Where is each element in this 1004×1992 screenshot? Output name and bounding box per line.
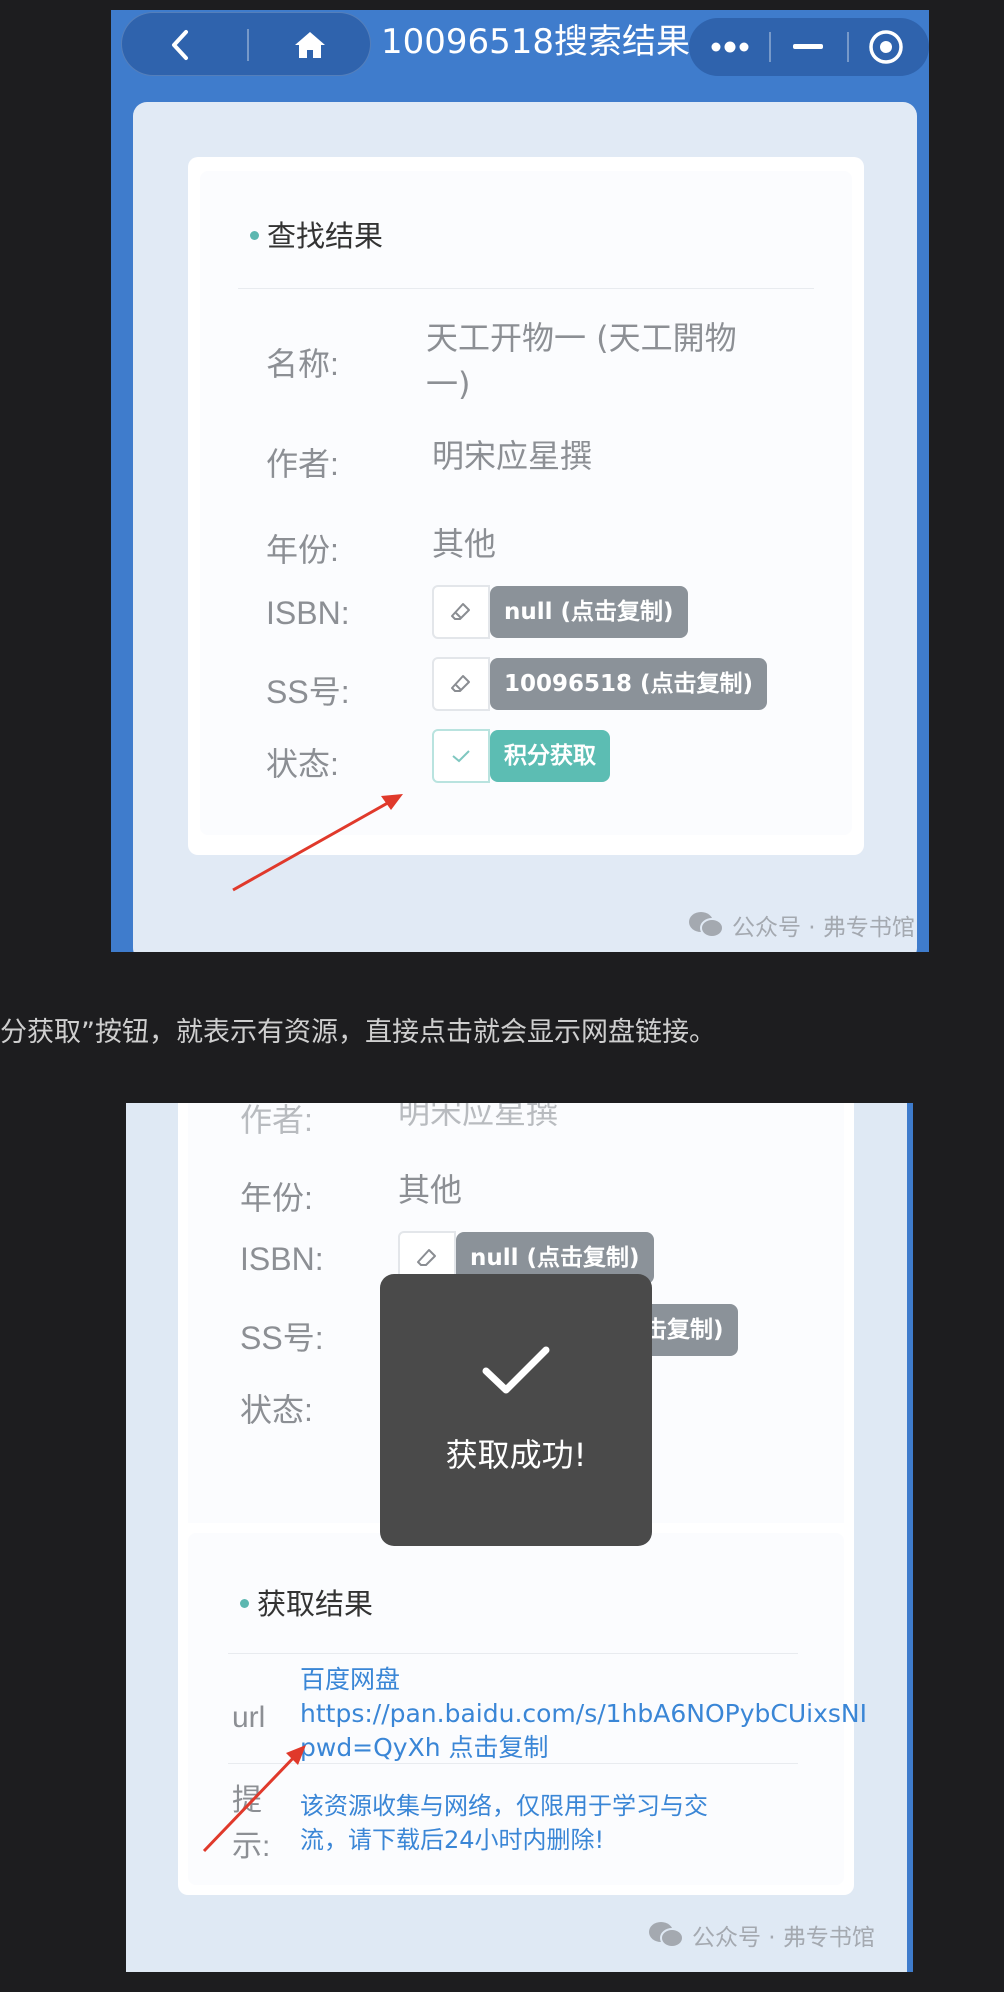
- caption-text: 分获取”按钮，就表示有资源，直接点击就会显示网盘链接。: [0, 1017, 716, 1048]
- red-arrow: [202, 1745, 306, 1853]
- acquire-result-screenshot: 作者: 明宋应星撰 年份: 其他 ISBN: null (点击复制) SS号: …: [126, 1103, 913, 1972]
- red-arrow: [232, 794, 403, 892]
- search-result-screenshot: 10096518搜索结果 查找结果 名称: 天工开物一 (天工開物 一) 作者:…: [111, 10, 929, 952]
